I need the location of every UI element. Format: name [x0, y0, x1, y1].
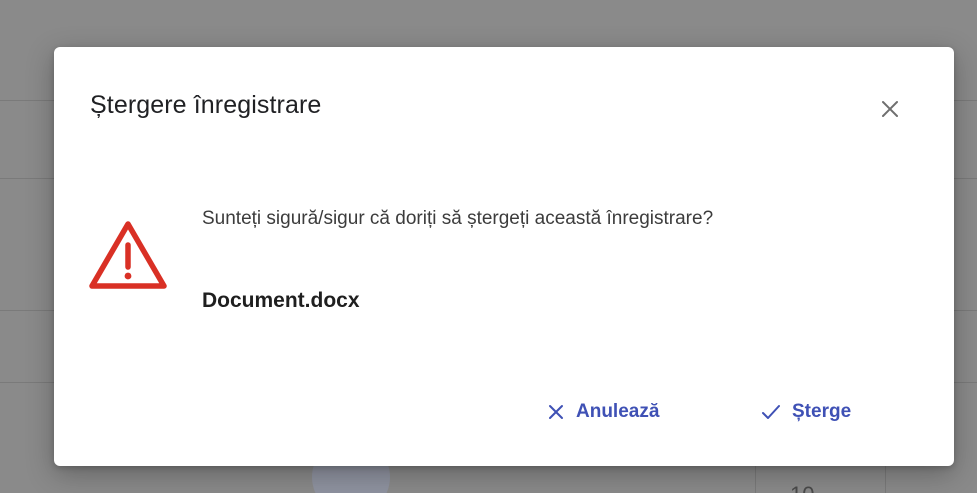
- delete-button-label: Șterge: [792, 401, 852, 422]
- cancel-button-label: Anulează: [576, 401, 660, 422]
- confirmation-message: Sunteți sigură/sigur că doriți să șterge…: [202, 208, 714, 229]
- background-column-divider: [755, 465, 756, 493]
- dialog-title: Ștergere înregistrare: [90, 91, 322, 119]
- cancel-button[interactable]: Anulează: [546, 395, 659, 429]
- warning-icon: [89, 221, 167, 289]
- file-name: Document.docx: [202, 289, 360, 312]
- close-icon: [882, 101, 898, 117]
- checkmark-icon: [762, 405, 780, 419]
- delete-button[interactable]: Șterge: [760, 395, 851, 429]
- close-button[interactable]: [874, 93, 906, 125]
- close-icon: [549, 405, 563, 419]
- delete-confirmation-dialog: Ștergere înregistrare Sunteți sigură/sig…: [54, 47, 954, 466]
- background-column-divider: [885, 465, 886, 493]
- background-page-indicator: 10: [790, 482, 814, 493]
